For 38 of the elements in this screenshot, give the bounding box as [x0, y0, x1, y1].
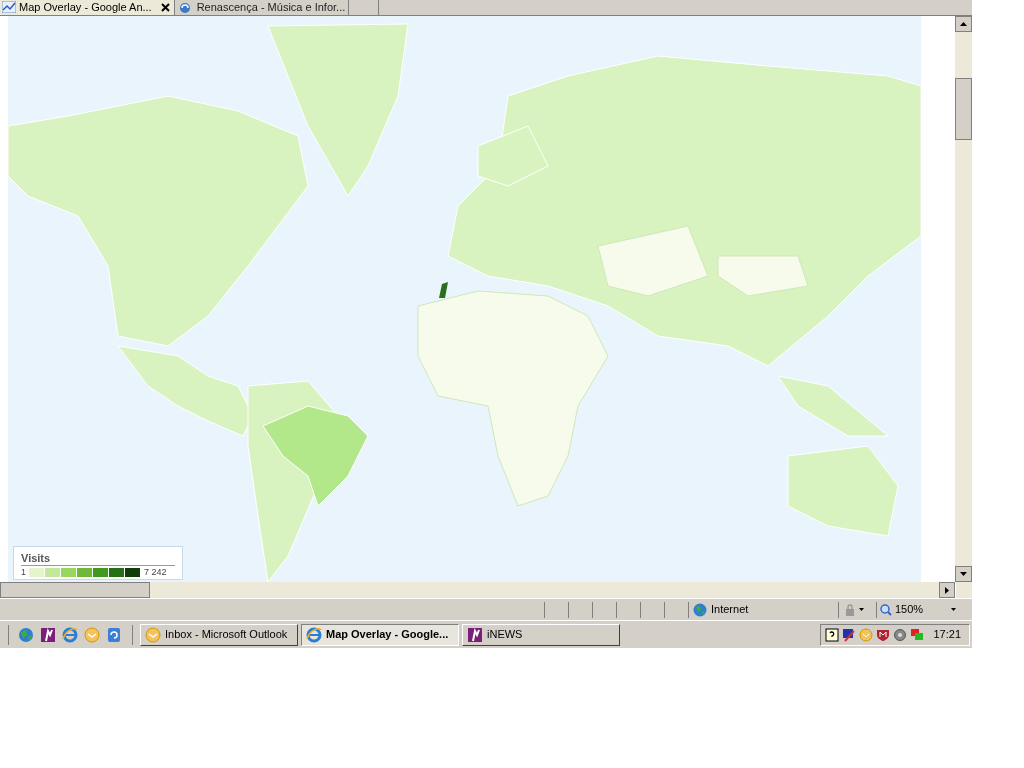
scroll-up-icon[interactable] — [955, 16, 972, 32]
close-icon[interactable] — [160, 2, 170, 12]
outlook-icon[interactable] — [84, 626, 100, 643]
taskbar-button[interactable]: iNEWS — [462, 623, 620, 646]
browser-tab[interactable]: Map Overlay - Google An... — [0, 0, 175, 15]
caret-icon — [859, 608, 864, 611]
scroll-thumb[interactable] — [0, 582, 150, 598]
browser-e-icon[interactable] — [62, 626, 78, 643]
legend-title: Visits — [21, 552, 175, 566]
lock-icon — [843, 602, 857, 617]
outlook-icon — [145, 626, 161, 643]
zoom-button[interactable]: 150% — [876, 601, 960, 618]
browser-e-icon — [306, 626, 322, 643]
page-icon[interactable] — [106, 626, 122, 643]
monitors-icon[interactable] — [910, 627, 925, 642]
globe-icon[interactable] — [18, 626, 34, 643]
chart-icon — [2, 1, 16, 13]
shield-icon[interactable] — [876, 627, 891, 642]
figure-icon — [467, 626, 483, 643]
magnifier-icon — [880, 603, 892, 616]
taskbar-button[interactable]: Map Overlay - Google... — [301, 623, 459, 646]
legend-min: 1 — [21, 567, 26, 577]
network-icon[interactable] — [842, 627, 857, 642]
legend-max: 7 242 — [144, 567, 167, 577]
security-zone: Internet — [711, 602, 749, 618]
horizontal-scrollbar[interactable] — [0, 582, 972, 598]
scroll-right-icon[interactable] — [939, 582, 955, 598]
speaker-icon[interactable] — [893, 627, 908, 642]
scroll-thumb[interactable] — [955, 78, 972, 140]
globe-icon — [693, 602, 707, 617]
scroll-down-icon[interactable] — [955, 566, 972, 582]
vertical-scrollbar[interactable] — [955, 16, 972, 582]
figure-icon[interactable] — [40, 626, 56, 643]
world-map[interactable]: Visits 1 7 242 — [8, 16, 921, 582]
clock[interactable]: 17:21 — [933, 626, 961, 643]
help-icon[interactable] — [825, 627, 840, 642]
caret-icon — [951, 608, 956, 611]
taskbar-button[interactable]: Inbox - Microsoft Outlook — [140, 623, 298, 646]
